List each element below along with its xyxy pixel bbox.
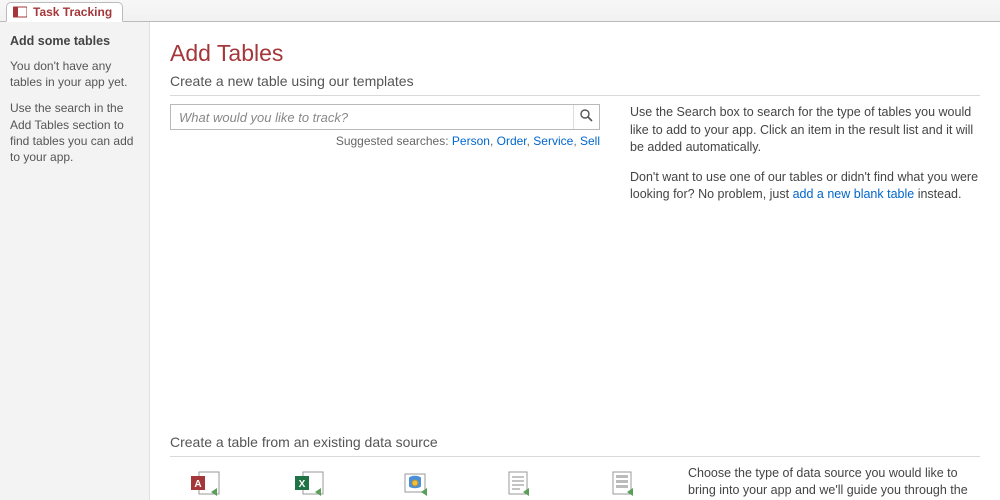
- add-blank-table-link[interactable]: add a new blank table: [793, 187, 915, 201]
- sidebar: Add some tables You don't have any table…: [0, 22, 150, 500]
- search-icon: [580, 109, 593, 125]
- suggest-label: Suggested searches:: [336, 134, 449, 148]
- help-text-1: Use the Search box to search for the typ…: [630, 104, 980, 157]
- ds-sharepoint[interactable]: SharePoint List: [586, 469, 658, 500]
- sidebar-heading: Add some tables: [10, 34, 139, 48]
- divider: [170, 95, 980, 96]
- ds-access[interactable]: A Access: [170, 469, 242, 500]
- search-box[interactable]: [170, 104, 600, 130]
- suggest-service[interactable]: Service: [533, 134, 573, 148]
- ds-sql[interactable]: SQL Server / ODBC Data: [378, 469, 450, 500]
- ds-excel[interactable]: X Excel: [274, 469, 346, 500]
- sidebar-text-2: Use the search in the Add Tables section…: [10, 100, 139, 165]
- sidebar-text-1: You don't have any tables in your app ye…: [10, 58, 139, 90]
- data-source-row: A Access X Excel: [170, 469, 658, 500]
- divider-2: [170, 456, 980, 457]
- tab-bar: Task Tracking: [0, 0, 1000, 22]
- text-csv-icon: [482, 469, 554, 499]
- suggested-searches: Suggested searches: Person, Order, Servi…: [170, 134, 600, 148]
- sharepoint-icon: [586, 469, 658, 499]
- access-app-icon: [13, 5, 27, 19]
- suggest-sell[interactable]: Sell: [580, 134, 600, 148]
- page-title: Add Tables: [170, 40, 980, 67]
- search-input[interactable]: [171, 105, 573, 129]
- suggest-person[interactable]: Person: [452, 134, 490, 148]
- search-button[interactable]: [573, 105, 599, 129]
- help-text-2: Don't want to use one of our tables or d…: [630, 169, 980, 204]
- tab-label: Task Tracking: [33, 5, 112, 19]
- section-subtitle: Create a new table using our templates: [170, 73, 980, 89]
- excel-icon: X: [274, 469, 346, 499]
- svg-text:A: A: [194, 479, 201, 490]
- ds-help-text: Choose the type of data source you would…: [688, 465, 980, 500]
- sql-icon: [378, 469, 450, 499]
- ds-text[interactable]: Text / CSV: [482, 469, 554, 500]
- svg-text:X: X: [299, 479, 306, 490]
- suggest-order[interactable]: Order: [497, 134, 527, 148]
- section2-subtitle: Create a table from an existing data sou…: [170, 434, 980, 450]
- main-content: Add Tables Create a new table using our …: [150, 22, 1000, 500]
- tab-task-tracking[interactable]: Task Tracking: [6, 2, 123, 22]
- access-icon: A: [170, 469, 242, 499]
